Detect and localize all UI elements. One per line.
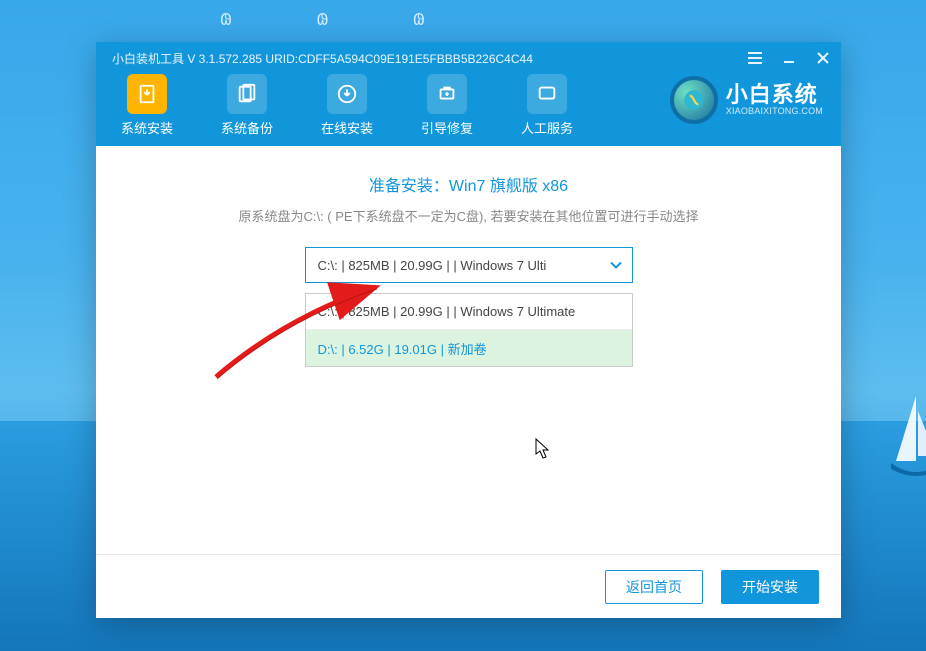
drive-select-display[interactable]: C:\: | 825MB | 20.99G | | Windows 7 Ulti (305, 247, 633, 283)
brand-logo-icon (670, 76, 718, 124)
option-label: D:\: | 6.52G | 19.01G | 新加卷 (318, 339, 487, 358)
support-icon (536, 83, 558, 105)
brand-name-en: XIAOBAIXITONG.COM (726, 107, 823, 117)
backup-icon (236, 83, 258, 105)
nav-item-install[interactable]: 系统安装 (112, 74, 182, 137)
drive-select-value: C:\: | 825MB | 20.99G | | Windows 7 Ulti (318, 258, 547, 273)
sailboat-decoration (886, 391, 926, 481)
install-icon (136, 83, 158, 105)
option-label: C:\: | 825MB | 20.99G | | Windows 7 Ulti… (318, 304, 576, 319)
drive-select: C:\: | 825MB | 20.99G | | Windows 7 Ulti… (305, 247, 633, 367)
nav-item-support[interactable]: 人工服务 (512, 74, 582, 137)
brand-name-cn: 小白系统 (726, 83, 823, 107)
minimize-icon[interactable] (781, 50, 797, 66)
nav-item-backup[interactable]: 系统备份 (212, 74, 282, 137)
nav-label: 系统安装 (121, 118, 173, 137)
titlebar: 小白装机工具 V 3.1.572.285 URID:CDFF5A594C09E1… (96, 42, 841, 146)
back-button[interactable]: 返回首页 (605, 570, 703, 604)
page-heading: 准备安装：Win7 旗舰版 x86 (120, 172, 817, 196)
content-area: 准备安装：Win7 旗舰版 x86 原系统盘为C:\: ( PE下系统盘不一定为… (96, 146, 841, 554)
nav-label: 引导修复 (421, 118, 473, 137)
brand: 小白系统 XIAOBAIXITONG.COM (670, 76, 823, 124)
button-label: 返回首页 (626, 577, 682, 597)
drive-option-d[interactable]: D:\: | 6.52G | 19.01G | 新加卷 (306, 330, 632, 366)
window-controls (747, 50, 831, 66)
app-window: 小白装机工具 V 3.1.572.285 URID:CDFF5A594C09E1… (96, 42, 841, 618)
button-label: 开始安装 (742, 577, 798, 597)
window-title: 小白装机工具 V 3.1.572.285 URID:CDFF5A594C09E1… (112, 52, 825, 66)
drive-select-dropdown: C:\: | 825MB | 20.99G | | Windows 7 Ulti… (305, 293, 633, 367)
page-subheading: 原系统盘为C:\: ( PE下系统盘不一定为C盘), 若要安装在其他位置可进行手… (120, 206, 817, 225)
download-icon (336, 83, 358, 105)
close-icon[interactable] (815, 50, 831, 66)
footer: 返回首页 开始安装 (96, 554, 841, 618)
nav-label: 系统备份 (221, 118, 273, 137)
nav-label: 在线安装 (321, 118, 373, 137)
bg-birds: 𐐘 𐐘 𐐘 (220, 8, 465, 30)
nav-item-bootfix[interactable]: 引导修复 (412, 74, 482, 137)
nav-label: 人工服务 (521, 118, 573, 137)
start-install-button[interactable]: 开始安装 (721, 570, 819, 604)
chevron-down-icon (610, 258, 622, 273)
repair-icon (436, 83, 458, 105)
menu-icon[interactable] (747, 50, 763, 66)
drive-option-c[interactable]: C:\: | 825MB | 20.99G | | Windows 7 Ulti… (306, 294, 632, 330)
nav-item-online[interactable]: 在线安装 (312, 74, 382, 137)
